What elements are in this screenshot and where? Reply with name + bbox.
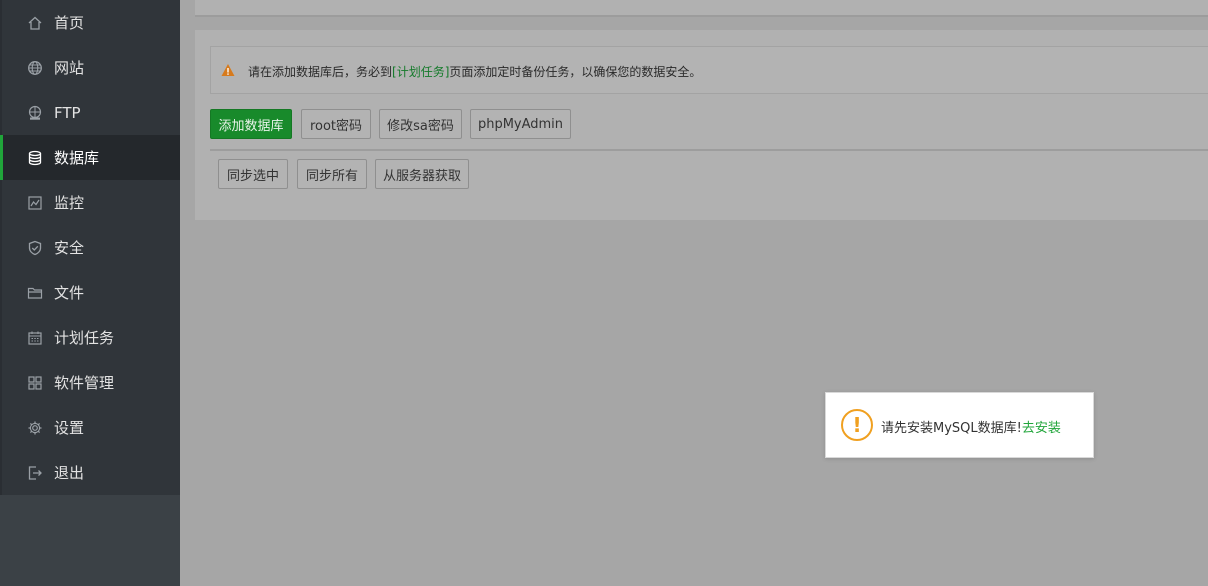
calendar-icon xyxy=(26,329,44,347)
fetch-from-server-button[interactable]: 从服务器获取 xyxy=(375,159,469,189)
sidebar-item-label: 文件 xyxy=(54,284,85,302)
sidebar-item-cron[interactable]: 计划任务 xyxy=(2,315,180,360)
sidebar-item-monitor[interactable]: 监控 xyxy=(2,180,180,225)
go-install-link[interactable]: 去安装 xyxy=(1022,421,1061,436)
sidebar-item-software[interactable]: 软件管理 xyxy=(2,360,180,405)
apps-grid-icon xyxy=(26,374,44,392)
backup-notice: 请在添加数据库后，务必到[计划任务]页面添加定时备份任务，以确保您的数据安全。 xyxy=(210,46,1208,94)
toast-text: 请先安装MySQL数据库!去安装 xyxy=(881,417,1061,436)
gear-icon xyxy=(26,419,44,437)
sidebar-item-label: 安全 xyxy=(54,239,85,257)
notice-text: 请在添加数据库后，务必到[计划任务]页面添加定时备份任务，以确保您的数据安全。 xyxy=(248,63,701,80)
sidebar-item-label: 计划任务 xyxy=(54,329,115,347)
folder-icon xyxy=(26,284,44,302)
install-mysql-toast: ! 请先安装MySQL数据库!去安装 xyxy=(825,392,1094,458)
change-sa-password-button[interactable]: 修改sa密码 xyxy=(379,109,462,139)
database-panel: 请在添加数据库后，务必到[计划任务]页面添加定时备份任务，以确保您的数据安全。 … xyxy=(195,30,1208,220)
home-icon xyxy=(26,14,44,32)
monitor-icon xyxy=(26,194,44,212)
warning-icon xyxy=(221,64,235,76)
globe-icon xyxy=(26,59,44,77)
sidebar-item-label: 首页 xyxy=(54,14,85,32)
sidebar-item-security[interactable]: 安全 xyxy=(2,225,180,270)
sidebar-item-files[interactable]: 文件 xyxy=(2,270,180,315)
sidebar-item-label: 软件管理 xyxy=(54,374,115,392)
sidebar-item-label: 网站 xyxy=(54,59,85,77)
sidebar-item-label: 监控 xyxy=(54,194,85,212)
shield-icon xyxy=(26,239,44,257)
phpmyadmin-button[interactable]: phpMyAdmin xyxy=(470,109,571,139)
exclamation-icon: ! xyxy=(841,409,873,441)
sidebar-item-home[interactable]: 首页 xyxy=(2,0,180,45)
sidebar-item-label: 设置 xyxy=(54,419,85,437)
sidebar: 首页 网站 FTP 数据库 监控 安全 文件 计划任务 软件管理 设置 退出 xyxy=(0,0,180,586)
sidebar-item-website[interactable]: 网站 xyxy=(2,45,180,90)
notice-suffix: 页面添加定时备份任务，以确保您的数据安全。 xyxy=(449,65,702,79)
top-panel xyxy=(195,0,1208,17)
sidebar-item-label: FTP xyxy=(54,103,81,122)
sync-all-button[interactable]: 同步所有 xyxy=(297,159,367,189)
sidebar-item-database[interactable]: 数据库 xyxy=(0,135,180,180)
sidebar-item-settings[interactable]: 设置 xyxy=(2,405,180,450)
toolbar-divider xyxy=(210,149,1208,151)
sidebar-item-label: 数据库 xyxy=(54,149,100,167)
ftp-icon xyxy=(26,104,44,122)
toast-message: 请先安装MySQL数据库! xyxy=(881,421,1022,436)
sidebar-item-ftp[interactable]: FTP xyxy=(2,90,180,135)
root-password-button[interactable]: root密码 xyxy=(301,109,371,139)
notice-prefix: 请在添加数据库后，务必到 xyxy=(248,65,393,79)
sidebar-item-label: 退出 xyxy=(54,464,85,482)
sync-selected-button[interactable]: 同步选中 xyxy=(218,159,288,189)
add-database-button[interactable]: 添加数据库 xyxy=(210,109,292,139)
sidebar-item-logout[interactable]: 退出 xyxy=(2,450,180,495)
sidebar-menu: 首页 网站 FTP 数据库 监控 安全 文件 计划任务 软件管理 设置 退出 xyxy=(0,0,180,495)
logout-icon xyxy=(26,464,44,482)
cron-task-link[interactable]: [计划任务] xyxy=(392,65,449,79)
database-icon xyxy=(26,149,44,167)
